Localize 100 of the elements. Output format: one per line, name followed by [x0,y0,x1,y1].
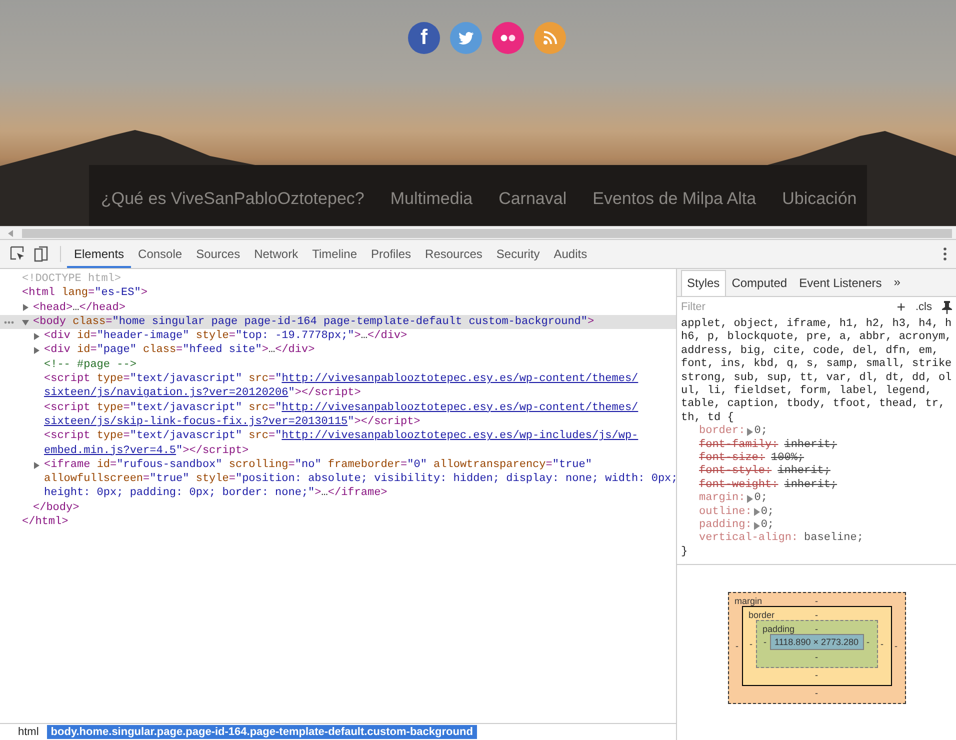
devtools-tab[interactable]: Audits [546,240,594,268]
box-value: - [815,651,818,664]
css-selector-line: strong, sub, sup, tt, var, dl, dt, dd, ol [681,372,953,385]
dom-node-line: allowfullscreen="true" style="position: absolute; visibility: hidden; display: none; width: 0px; [44,472,676,486]
expand-arrow-icon[interactable] [33,462,40,468]
expand-triangle-icon[interactable] [746,494,754,503]
expand-triangle-icon[interactable] [752,522,760,530]
css-property-value: baseline; [804,532,864,546]
two-dots-icon [500,34,516,42]
box-label: border [748,610,775,620]
expand-arrow-icon[interactable] [33,332,40,340]
social-link[interactable] [450,22,482,54]
box-value: - [815,610,818,620]
css-property-value: 0; [754,425,768,439]
dom-node-line: embed.min.js?ver=4.5"></script> [44,444,249,458]
nav-link[interactable]: ¿Qué es ViveSanPabloOztotepec? [101,189,364,209]
devtools-tab[interactable]: Sources [189,240,248,268]
box-value: - [894,641,898,651]
dom-node-row[interactable]: <!-- #page --> [0,358,676,372]
rss-icon [543,31,557,45]
url-link[interactable]: sixteen/js/skip-link-focus-fix.js?ver=20130115 [44,416,348,428]
dom-node-line: sixteen/js/skip-link-focus-fix.js?ver=20130115"></script> [44,414,420,430]
dom-node-row[interactable]: <div id="page" class="hfeed site">…</div> [0,343,676,358]
css-property-value: 0; [760,506,774,519]
devtools-tab[interactable]: Timeline [305,240,364,268]
devtools-tab[interactable]: Network [247,240,306,268]
expand-triangle-icon[interactable] [752,508,760,516]
url-link[interactable]: http://vivesanpablooztotepec.esy.es/wp-content/themes/ [282,373,638,386]
nav-link[interactable]: Eventos de Milpa Alta [592,189,756,209]
nav-link[interactable]: Multimedia [390,189,473,209]
expand-arrow-icon[interactable] [33,347,40,354]
dom-node-row[interactable]: <iframe id="rufous-sandbox" scrolling="no" frameborder="0" allowtransparency="true" [0,458,676,472]
devtools-tab[interactable]: Security [489,240,547,268]
dom-node-line: sixteen/js/navigation.js?ver=20120206"></script> [44,386,361,401]
new-rule-button[interactable]: + [896,298,906,316]
dom-node-line: height: 0px; padding: 0px; border: none;">…</iframe> [44,486,388,501]
more-tabs-button[interactable]: » [888,275,906,296]
devtools-tab[interactable]: Resources [418,240,490,268]
box-label: margin [734,596,762,606]
more-options-icon[interactable] [943,247,947,261]
devtools-tab[interactable]: Profiles [364,240,418,268]
social-link[interactable]: f [408,22,440,54]
url-link[interactable]: http://vivesanpablooztotepec.esy.es/wp-includes/js/wp- [282,430,638,442]
box-label: padding [762,624,795,634]
css-rule-brace: } [681,546,689,560]
box-value: - [815,624,818,634]
dom-node-row[interactable]: <html lang="es-ES"> [0,286,676,301]
dom-node-line: <!-- #page --> [44,358,136,372]
css-property-value: inherit; [784,438,838,452]
css-selector-line: address, big, cite, code, del, dfn, em, [681,344,940,358]
nav-link[interactable]: Carnaval [498,189,567,209]
breadcrumb[interactable]: body.home.singular.page.page-id-164.page-template-default.custom-background [46,725,477,739]
dom-node-line: </body> [33,500,80,516]
dom-node-line: <html lang="es-ES"> [22,286,148,301]
node-actions-icon[interactable] [4,320,14,324]
css-property-name: padding: [699,518,752,532]
url-link[interactable]: http://vivesanpablooztotepec.esy.es/wp-content/themes/ [282,402,638,414]
css-selector-line: font, ins, kbd, q, s, samp, small, strike [681,358,953,372]
box-value: - [866,637,870,647]
css-property-name: vertical-align: [699,532,798,546]
css-selector-line: th, td { [681,412,735,425]
css-property-name: font-family: [699,438,778,452]
expand-triangle-icon[interactable] [746,428,754,436]
breadcrumb[interactable]: html [14,725,43,739]
bird-icon [457,29,475,47]
expand-arrow-icon[interactable] [22,318,29,326]
styles-tab[interactable]: Computed [726,270,794,296]
device-mode-icon[interactable] [34,246,48,262]
css-selector-line: applet, object, iframe, h1, h2, h3, h4, h [681,318,953,331]
class-toggle-button[interactable]: .cls [916,301,932,313]
css-property-name: border: [699,425,746,439]
styles-tab[interactable]: Event Listeners [793,270,888,296]
devtools-tab[interactable]: Console [131,240,190,268]
styles-tab[interactable]: Styles [681,270,726,296]
nav-link[interactable]: Ubicación [782,189,857,209]
box-value: - [815,687,818,700]
devtools-tab[interactable]: Elements [67,240,132,268]
dom-node-line: </html> [22,515,68,530]
social-link[interactable] [534,22,566,54]
url-link[interactable]: sixteen/js/navigation.js?ver=20120206 [44,387,288,400]
css-selector-line: ul, li, fieldset, form, label, legend, [681,385,933,398]
social-link[interactable] [492,22,524,54]
dom-node-row[interactable]: <head>…</head> [0,300,676,315]
css-property-value: inherit; [778,465,830,479]
dom-node-row[interactable]: <div id="header-image" style="top: -19.7778px;">…</div> [0,329,676,344]
dom-node-line: <div id="page" class="hfeed site">…</div> [44,343,315,358]
url-link[interactable]: embed.min.js?ver=4.5 [44,444,176,457]
scrollbar-thumb[interactable] [22,228,952,238]
css-property-name: font-size: [699,452,766,465]
box-value: - [815,596,818,606]
dom-node-line: <iframe id="rufous-sandbox" scrolling="no" frameborder="0" allowtransparency="true" [44,458,592,472]
css-property-value: 0; [760,518,774,532]
css-property-value: inherit; [784,478,838,492]
scroll-left-arrow-icon[interactable] [8,230,14,236]
dom-node-row[interactable]: <body class="home singular page page-id-164 page-template-default custom-background"> [0,314,676,330]
pin-icon[interactable] [942,300,952,314]
inspect-element-icon[interactable] [10,246,26,262]
expand-arrow-icon[interactable] [22,304,29,312]
dom-node-line: <body class="home singular page page-id-164 page-template-default custom-background"> [33,314,594,330]
horizontal-scrollbar[interactable] [0,226,956,239]
